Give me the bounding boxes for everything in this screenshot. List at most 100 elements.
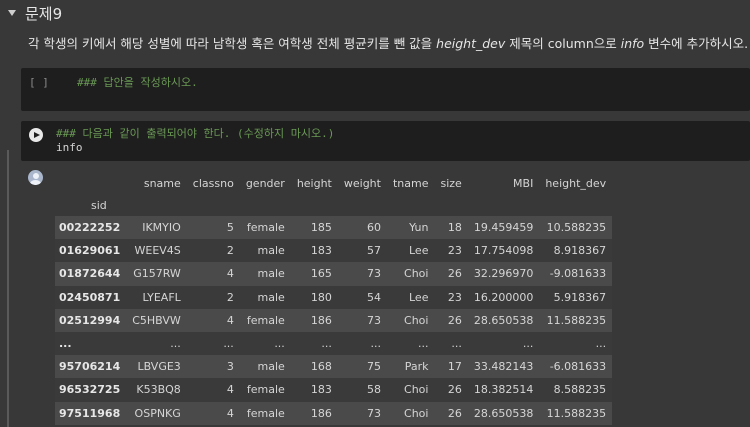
cell-sname: LYEAFL: [142, 290, 181, 304]
row-index: 95706214: [59, 360, 121, 374]
cell-size: 26: [447, 406, 462, 420]
cell-height: 168: [310, 360, 332, 374]
index-name-row: sid: [55, 194, 612, 216]
col-header-mbi: MBI: [513, 176, 534, 190]
table-row: 02512994 C5HBVW 4 female 186 73 Choi 26 28.65053…: [55, 308, 613, 332]
table-row: 02450871 LYEAFL 2 male 180 54 Lee 23 16.200000 5.…: [55, 285, 613, 309]
cell-mbi: 17.754098: [473, 244, 534, 258]
cell-weight: 73: [366, 406, 381, 420]
cell-sname: G157RW: [133, 267, 181, 281]
cell-weight: 54: [366, 290, 381, 304]
cell-gender: male: [257, 360, 285, 374]
cell-tname: Choi: [404, 383, 429, 397]
output-avatar-icon: [28, 170, 43, 185]
cell-weight: ...: [370, 337, 381, 351]
cell-gender: female: [246, 383, 285, 397]
cell-height-dev: 11.588235: [546, 406, 607, 420]
cell-tname: Choi: [404, 267, 429, 281]
collapse-caret-icon[interactable]: [8, 10, 16, 16]
cell-execution-bracket[interactable]: [ ]: [29, 76, 49, 89]
table-row: 00222252 IKMYIO 5 female 185 60 Yun 18 19.459459…: [55, 216, 613, 240]
cell-height: 180: [310, 290, 332, 304]
table-row: 01872644 G157RW 4 male 165 73 Choi 26 32.296970 -…: [55, 262, 613, 286]
col-header-height-dev: height_dev: [545, 176, 607, 190]
cell-mbi: 16.200000: [473, 290, 534, 304]
cell-height: ...: [321, 337, 332, 351]
cell-size: ...: [451, 337, 462, 351]
index-header-blank: [55, 172, 126, 194]
cell-mbi: 28.650538: [473, 406, 534, 420]
cell-tname: Choi: [404, 313, 429, 327]
index-name-sid: sid: [91, 198, 107, 212]
cell-height: 186: [310, 313, 332, 327]
col-header-classno: classno: [192, 176, 234, 190]
cell-mbi: 18.382514: [473, 383, 534, 397]
col-header-weight: weight: [343, 176, 381, 190]
answer-comment: ### 답안을 작성하시오.: [77, 76, 198, 89]
cell-height-dev: 8.918367: [553, 244, 607, 258]
description-text-1: 각 학생의 키에서 해당 성별에 따라 남학생 혹은 여학생 전체 평균키를 뺀…: [28, 36, 437, 51]
cell-weight: 58: [366, 383, 381, 397]
cell-classno: 2: [226, 244, 234, 258]
cell-mbi: 33.482143: [473, 360, 534, 374]
description-text-2: 제목의 column으로: [505, 36, 621, 51]
cell-height-dev: 8.588235: [553, 383, 607, 397]
table-row: 95706214 LBVGE3 3 male 168 75 Park 17 33.482143 -…: [55, 355, 613, 379]
cell-sname: C5HBVW: [132, 313, 181, 327]
row-index: 00222252: [59, 221, 121, 235]
answer-code-cell[interactable]: [ ] ### 답안을 작성하시오.: [21, 68, 750, 111]
cell-size: 26: [447, 313, 462, 327]
cell-sname: K53BQ8: [136, 383, 181, 397]
table-row: ..............................: [55, 331, 613, 356]
cell-height-dev: 11.588235: [546, 313, 607, 327]
cell-size: 17: [447, 360, 462, 374]
code-line-info: info: [56, 141, 83, 154]
cell-classno: 4: [226, 267, 234, 281]
row-index: ...: [59, 337, 72, 351]
cell-tname: ...: [417, 337, 429, 351]
cell-weight: 73: [366, 313, 381, 327]
cell-height: 185: [310, 221, 332, 235]
problem-description: 각 학생의 키에서 해당 성별에 따라 남학생 혹은 여학생 전체 평균키를 뺀…: [28, 33, 748, 52]
cell-tname: Park: [404, 360, 429, 374]
cell-height: 183: [310, 244, 332, 258]
cell-height-dev: ...: [595, 337, 607, 351]
cell-sname: ...: [170, 337, 181, 351]
cell-classno: 5: [226, 221, 234, 235]
col-header-height: height: [296, 176, 332, 190]
cell-gender: female: [246, 221, 285, 235]
section-title: 문제9: [25, 4, 63, 23]
cell-tname: Lee: [409, 290, 429, 304]
cell-tname: Yun: [409, 221, 429, 235]
cell-gender: male: [257, 267, 285, 281]
cell-size: 26: [447, 383, 462, 397]
col-header-tname: tname: [392, 176, 429, 190]
cell-classno: 4: [226, 313, 234, 327]
row-index: 02512994: [59, 313, 121, 327]
row-index: 97511968: [59, 406, 121, 420]
description-var-height-dev: height_dev: [436, 36, 506, 51]
description-var-info: info: [620, 36, 645, 51]
cell-tname: Choi: [404, 406, 429, 420]
cell-weight: 75: [366, 360, 381, 374]
cell-height: 183: [310, 383, 332, 397]
cell-classno: 4: [226, 406, 234, 420]
row-index: 01629061: [59, 244, 121, 258]
col-header-gender: gender: [245, 176, 285, 190]
cell-size: 18: [447, 221, 462, 235]
cell-gender: female: [246, 406, 285, 420]
cell-sname: WEEV4S: [134, 244, 181, 258]
table-row: 01629061 WEEV4S 2 male 183 57 Lee 23 17.754098 8.…: [55, 239, 613, 263]
cell-gender: female: [246, 313, 285, 327]
header-row: sname classno gender height weight tname…: [55, 172, 612, 194]
table-row: 96532725 K53BQ8 4 female 183 58 Choi 26 18.38251…: [55, 378, 613, 402]
cell-size: 26: [447, 267, 462, 281]
section-header[interactable]: 문제9: [8, 2, 62, 24]
cell-height-dev: -6.081633: [549, 360, 607, 374]
run-cell-icon[interactable]: [29, 128, 43, 142]
cell-mbi: 28.650538: [473, 313, 534, 327]
cell-mbi: 32.296970: [473, 267, 534, 281]
cell-height: 165: [310, 267, 332, 281]
output-code-cell[interactable]: ### 다음과 같이 출력되어야 한다. (수정하지 마시오.) info: [21, 121, 750, 161]
cell-sname: IKMYIO: [142, 221, 181, 235]
